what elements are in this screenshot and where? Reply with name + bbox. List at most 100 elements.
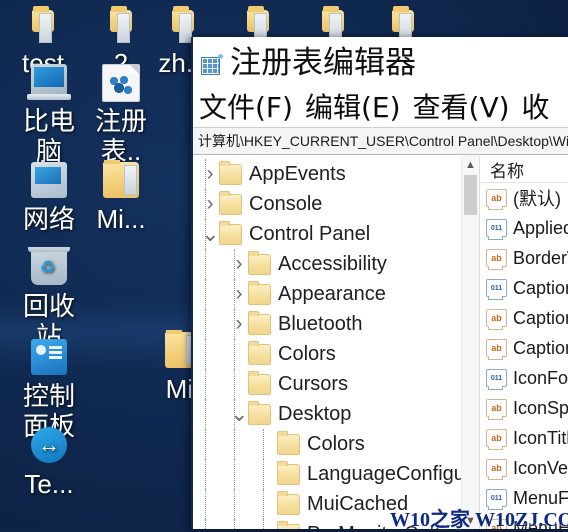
- tree-node[interactable]: ⌄ Desktop: [193, 399, 462, 429]
- tree-indent-guide: [263, 519, 264, 529]
- tree-node[interactable]: · Cursors: [193, 369, 462, 399]
- value-row[interactable]: ab CaptionHe: [480, 303, 568, 333]
- string-value-icon: ab: [486, 399, 507, 420]
- desktop-icon-label: 回收: [22, 291, 75, 321]
- chevron-right-icon[interactable]: ›: [259, 523, 277, 530]
- tree-indent-guide: [205, 429, 206, 459]
- desktop-icon[interactable]: 注册 表..: [78, 62, 164, 166]
- tree-node-label: AppEvents: [249, 163, 346, 185]
- tree-node-label: Colors: [307, 433, 365, 455]
- tree-node[interactable]: › PerMonitorSettings: [193, 519, 462, 529]
- tree-node[interactable]: · MuiCached: [193, 489, 462, 519]
- value-row[interactable]: ab IconTitleW: [480, 423, 568, 453]
- tree-leaf-spacer: ·: [230, 343, 248, 365]
- tree-indent-guide: [205, 459, 206, 489]
- menu-item[interactable]: 收: [522, 93, 550, 123]
- desktop-icon[interactable]: ♻ 回收站: [6, 247, 92, 351]
- tree-node[interactable]: · LanguageConfiguration: [193, 459, 462, 489]
- tree-node[interactable]: · Colors: [193, 429, 462, 459]
- value-name: IconFont: [513, 367, 568, 388]
- chevron-right-icon[interactable]: ›: [230, 253, 248, 275]
- content-panes: › AppEvents › Console ⌄ Control Panel › Accessi…: [193, 156, 568, 529]
- tree-node-label: Cursors: [278, 373, 349, 395]
- chevron-right-icon[interactable]: ›: [201, 163, 219, 185]
- string-value-icon: ab: [486, 339, 507, 360]
- registry-editor-icon: [201, 53, 223, 76]
- value-row[interactable]: ab CaptionWi: [480, 333, 568, 363]
- value-name: IconVertica: [513, 457, 568, 478]
- desktop-icon-label: Te...: [24, 469, 74, 499]
- value-row[interactable]: 011 IconFont: [480, 363, 568, 393]
- tree-indent-guide: [234, 399, 235, 429]
- chevron-right-icon[interactable]: ›: [230, 283, 248, 305]
- tree-node[interactable]: › Bluetooth: [193, 309, 462, 339]
- chevron-right-icon[interactable]: ›: [230, 313, 248, 335]
- address-bar[interactable]: 计算机\HKEY_CURRENT_USER\Control Panel\Desk…: [193, 127, 568, 155]
- folder-icon: [277, 430, 300, 455]
- folder-icon: [78, 160, 164, 202]
- value-row[interactable]: 011 MenuFont: [480, 483, 568, 513]
- chevron-up-icon[interactable]: ▲: [462, 156, 479, 173]
- value-row[interactable]: ab (默认): [480, 183, 568, 213]
- tree-node[interactable]: › Console: [193, 189, 462, 219]
- binary-value-icon: 011: [486, 219, 507, 240]
- tree-indent-guide: [234, 279, 235, 309]
- value-row[interactable]: ab MenuHeig: [480, 513, 568, 529]
- folder-icon: [277, 460, 300, 485]
- menu-item[interactable]: 文件(F): [199, 93, 293, 123]
- chevron-down-icon[interactable]: ⌄: [201, 223, 219, 245]
- tree-node[interactable]: · Colors: [193, 339, 462, 369]
- recycle-bin-icon: ♻: [6, 247, 92, 289]
- tree-node[interactable]: › Appearance: [193, 279, 462, 309]
- value-row[interactable]: ab IconVertica: [480, 453, 568, 483]
- tree-indent-guide: [263, 429, 264, 459]
- chevron-right-icon[interactable]: ›: [201, 193, 219, 215]
- tree-indent-guide: [205, 309, 206, 339]
- value-row[interactable]: ab BorderWic: [480, 243, 568, 273]
- desktop-icon[interactable]: Te...: [6, 425, 92, 499]
- value-row[interactable]: 011 AppliedDP: [480, 213, 568, 243]
- tree-node[interactable]: ⌄ Control Panel: [193, 219, 462, 249]
- tree-node[interactable]: › Accessibility: [193, 249, 462, 279]
- folder-icon: [219, 220, 242, 245]
- tree-indent-guide: [263, 459, 264, 489]
- chevron-down-icon[interactable]: ⌄: [230, 403, 248, 425]
- tree-indent-guide: [205, 489, 206, 519]
- tree-indent-guide: [205, 219, 206, 249]
- tree-indent-guide: [205, 249, 206, 279]
- tree-node-label: Desktop: [278, 403, 352, 425]
- tree-node-label: Accessibility: [278, 253, 387, 275]
- tree-indent-guide: [205, 369, 206, 399]
- string-value-icon: ab: [486, 189, 507, 210]
- string-value-icon: ab: [486, 249, 507, 270]
- tree-node-label: Appearance: [278, 283, 386, 305]
- values-column-header[interactable]: 名称: [480, 156, 568, 183]
- desktop-icon-label: 注册: [94, 106, 147, 136]
- control-panel-icon: [6, 337, 92, 379]
- tree-leaf-spacer: ·: [259, 433, 277, 455]
- folder-icon: [248, 310, 271, 335]
- string-value-icon: ab: [486, 459, 507, 480]
- registry-file-icon: [78, 62, 164, 104]
- scrollbar-thumb[interactable]: [464, 175, 477, 215]
- desktop-icon-label: 控制: [22, 381, 75, 411]
- tree-indent-guide: [234, 309, 235, 339]
- value-name: (默认): [513, 189, 561, 209]
- desktop-icon[interactable]: Mi...: [78, 160, 164, 234]
- string-value-icon: ab: [486, 429, 507, 450]
- value-row[interactable]: 011 CaptionFon: [480, 273, 568, 303]
- tree-indent-guide: [234, 339, 235, 369]
- folder-icon: [248, 250, 271, 275]
- tree-vertical-scrollbar[interactable]: ▲ ▼: [461, 156, 479, 529]
- menu-item[interactable]: 查看(V): [413, 93, 510, 123]
- value-name: MenuFont: [513, 487, 568, 508]
- value-row[interactable]: ab IconSpacin: [480, 393, 568, 423]
- menu-item[interactable]: 编辑(E): [305, 93, 401, 123]
- chevron-down-icon[interactable]: ▼: [462, 512, 479, 529]
- values-list[interactable]: ab (默认) 011 AppliedDP ab BorderWic 011 CaptionF…: [480, 183, 568, 529]
- value-name: CaptionHe: [513, 307, 568, 328]
- tree-leaf-spacer: ·: [259, 463, 277, 485]
- value-name: MenuHeig: [513, 517, 568, 530]
- registry-tree[interactable]: › AppEvents › Console ⌄ Control Panel › Accessi…: [193, 156, 462, 529]
- tree-node[interactable]: › AppEvents: [193, 159, 462, 189]
